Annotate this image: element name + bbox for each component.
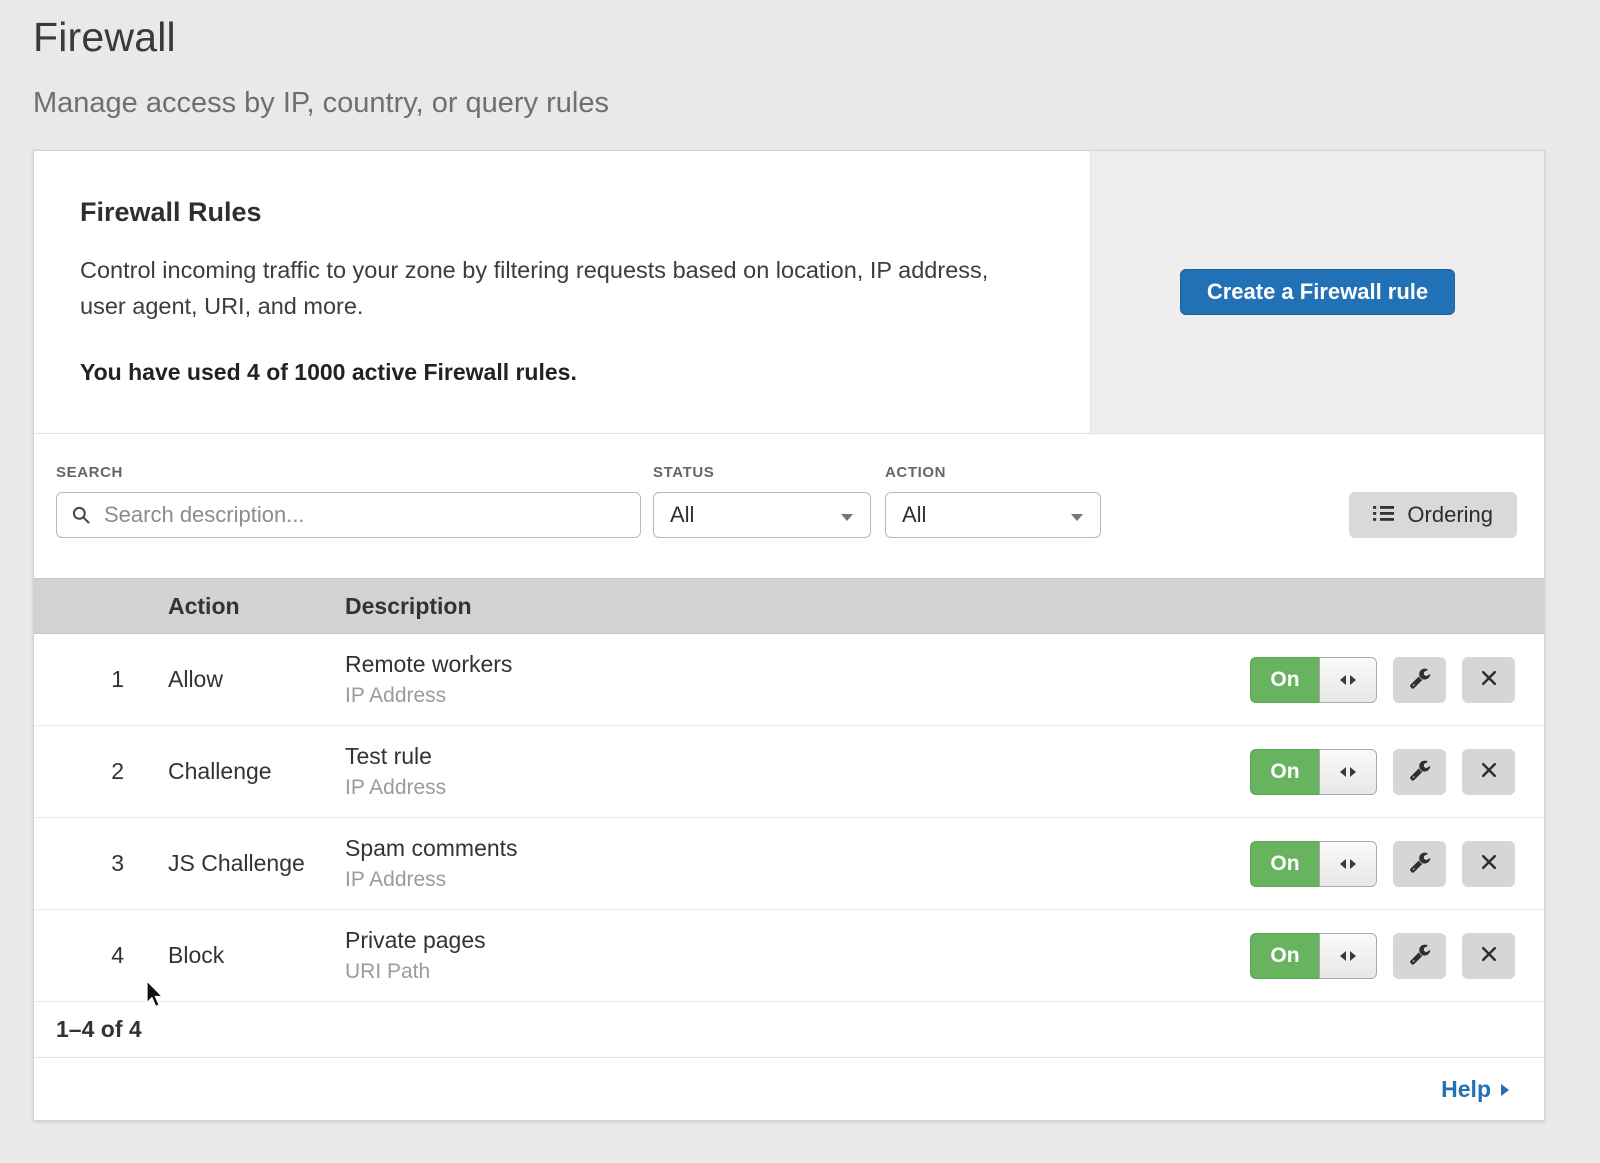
rule-description: Spam comments IP Address [345, 835, 1244, 892]
rule-match-field: IP Address [345, 776, 1244, 800]
help-link-label: Help [1441, 1076, 1491, 1103]
search-input-wrap [56, 492, 641, 538]
toggle-on-label: On [1250, 749, 1319, 795]
rule-description: Remote workers IP Address [345, 651, 1244, 708]
ordered-list-icon [1373, 502, 1394, 528]
wrench-icon [1409, 943, 1431, 968]
rules-intro-section: Firewall Rules Control incoming traffic … [34, 151, 1544, 434]
rule-description-title: Spam comments [345, 835, 1244, 862]
edit-rule-button[interactable] [1393, 933, 1446, 979]
table-header: Action Description [34, 578, 1544, 634]
page-title: Firewall [33, 14, 1600, 61]
status-select[interactable]: All [653, 492, 871, 538]
help-link[interactable]: Help [1441, 1076, 1510, 1103]
edit-rule-button[interactable] [1393, 841, 1446, 887]
pagination: 1–4 of 4 [34, 1002, 1544, 1058]
toggle-knob-icon[interactable] [1319, 749, 1377, 795]
table-row: 3 JS Challenge Spam comments IP Address … [34, 818, 1544, 910]
rule-controls: On [1244, 657, 1544, 703]
rules-action-panel: Create a Firewall rule [1090, 151, 1544, 433]
search-filter: SEARCH [56, 464, 641, 538]
close-icon [1479, 760, 1499, 783]
delete-rule-button[interactable] [1462, 749, 1515, 795]
ordering-button[interactable]: Ordering [1349, 492, 1517, 538]
rule-match-field: IP Address [345, 684, 1244, 708]
close-icon [1479, 944, 1499, 967]
chevron-down-icon [840, 502, 854, 528]
rules-card-title: Firewall Rules [80, 197, 1030, 228]
search-input[interactable] [56, 492, 641, 538]
rule-number: 3 [34, 850, 168, 877]
rule-action: Challenge [168, 758, 345, 785]
firewall-page: Firewall Manage access by IP, country, o… [0, 0, 1600, 1121]
rule-enabled-toggle[interactable]: On [1250, 841, 1377, 887]
rule-description: Test rule IP Address [345, 743, 1244, 800]
rule-number: 2 [34, 758, 168, 785]
rule-controls: On [1244, 841, 1544, 887]
rule-match-field: IP Address [345, 868, 1244, 892]
toggle-on-label: On [1250, 841, 1319, 887]
chevron-down-icon [1070, 502, 1084, 528]
search-label: SEARCH [56, 464, 641, 481]
wrench-icon [1409, 851, 1431, 876]
firewall-rules-card: Firewall Rules Control incoming traffic … [33, 150, 1545, 1121]
table-row: 1 Allow Remote workers IP Address On [34, 634, 1544, 726]
toggle-on-label: On [1250, 933, 1319, 979]
status-label: STATUS [653, 464, 871, 481]
rule-enabled-toggle[interactable]: On [1250, 933, 1377, 979]
rule-controls: On [1244, 933, 1544, 979]
wrench-icon [1409, 759, 1431, 784]
column-header-description: Description [345, 593, 1244, 620]
status-filter: STATUS All [653, 464, 871, 538]
create-firewall-rule-button[interactable]: Create a Firewall rule [1180, 269, 1455, 315]
rules-card-description: Control incoming traffic to your zone by… [80, 252, 1025, 325]
card-footer: Help [34, 1058, 1544, 1120]
rule-action: Block [168, 942, 345, 969]
toggle-knob-icon[interactable] [1319, 933, 1377, 979]
toggle-knob-icon[interactable] [1319, 841, 1377, 887]
chevron-right-icon [1500, 1076, 1510, 1103]
toggle-on-label: On [1250, 657, 1319, 703]
rule-controls: On [1244, 749, 1544, 795]
rule-number: 4 [34, 942, 168, 969]
search-icon [71, 505, 91, 530]
ordering-button-label: Ordering [1407, 502, 1493, 528]
filter-bar: SEARCH STATUS All [34, 434, 1544, 578]
table-row: 2 Challenge Test rule IP Address On [34, 726, 1544, 818]
rule-enabled-toggle[interactable]: On [1250, 657, 1377, 703]
rule-description: Private pages URI Path [345, 927, 1244, 984]
rule-match-field: URI Path [345, 960, 1244, 984]
pagination-text: 1–4 of 4 [56, 1016, 142, 1043]
rule-description-title: Test rule [345, 743, 1244, 770]
close-icon [1479, 852, 1499, 875]
action-label: ACTION [885, 464, 1101, 481]
edit-rule-button[interactable] [1393, 657, 1446, 703]
column-header-action: Action [168, 593, 345, 620]
edit-rule-button[interactable] [1393, 749, 1446, 795]
rule-description-title: Private pages [345, 927, 1244, 954]
table-row: 4 Block Private pages URI Path On [34, 910, 1544, 1002]
delete-rule-button[interactable] [1462, 841, 1515, 887]
status-select-value: All [670, 502, 694, 528]
rules-usage-count: You have used 4 of 1000 active Firewall … [80, 359, 1030, 386]
rule-enabled-toggle[interactable]: On [1250, 749, 1377, 795]
page-subtitle: Manage access by IP, country, or query r… [33, 87, 1600, 120]
action-select-value: All [902, 502, 926, 528]
delete-rule-button[interactable] [1462, 933, 1515, 979]
delete-rule-button[interactable] [1462, 657, 1515, 703]
rule-action: Allow [168, 666, 345, 693]
rules-intro-text: Firewall Rules Control incoming traffic … [34, 151, 1090, 433]
rule-description-title: Remote workers [345, 651, 1244, 678]
rule-number: 1 [34, 666, 168, 693]
rule-action: JS Challenge [168, 850, 345, 877]
action-select[interactable]: All [885, 492, 1101, 538]
action-filter: ACTION All [885, 464, 1101, 538]
toggle-knob-icon[interactable] [1319, 657, 1377, 703]
wrench-icon [1409, 667, 1431, 692]
close-icon [1479, 668, 1499, 691]
